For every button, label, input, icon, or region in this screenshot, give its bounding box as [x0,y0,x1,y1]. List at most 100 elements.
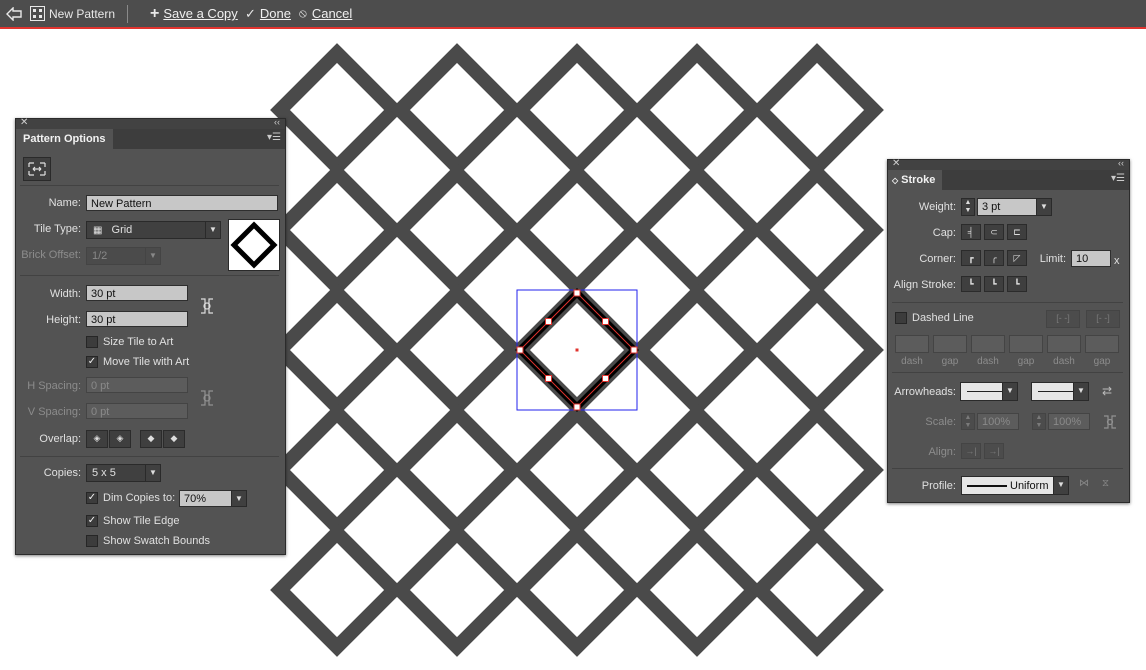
brick-offset-label: Brick Offset: [21,249,81,261]
dash-gap-field[interactable] [933,335,967,353]
pattern-edit-bar: New Pattern + Save a Copy ✓ Done ⦸ Cance… [0,0,1146,29]
weight-field[interactable]: 3 pt [977,198,1037,216]
panel-menu-icon[interactable]: ▾☰ [267,132,281,143]
tab-pattern-options[interactable]: Pattern Options [16,129,113,149]
round-cap-icon[interactable]: ⊂ [984,224,1004,240]
dash-gap-label: dash [977,356,999,367]
dash-align-icon[interactable]: [‐ ‐] [1086,310,1120,328]
dash-gap-field[interactable] [1085,335,1119,353]
link-scale-icon[interactable] [1102,413,1118,434]
move-tile-checkbox[interactable]: ✓ Move Tile with Art [86,356,189,368]
anchor-point-handle[interactable] [573,289,581,297]
anchor-point-handle[interactable] [545,375,552,382]
copies-label: Copies: [43,467,81,479]
anchor-point-handle[interactable] [545,318,552,325]
pattern-tile-copy [750,43,884,177]
done-button[interactable]: ✓ Done [245,0,291,27]
size-tile-checkbox[interactable]: Size Tile to Art [86,336,173,348]
overlap-left-front-icon[interactable]: ◈ [86,430,108,448]
close-icon[interactable]: ✕ [20,117,28,128]
dash-gap-field[interactable] [1047,335,1081,353]
height-label: Height: [46,314,81,326]
anchor-point-handle[interactable] [602,318,609,325]
corner-label: Corner: [919,253,956,265]
show-tile-edge-checkbox[interactable]: ✓ Show Tile Edge [86,515,179,527]
arrow-tip-at-end-icon[interactable]: →| [984,443,1004,459]
dim-copies-checkbox[interactable]: ✓ Dim Copies to: [86,492,175,504]
pattern-tile-copy [750,403,884,537]
link-spacing-icon[interactable] [199,387,215,412]
dashed-line-checkbox[interactable]: Dashed Line [895,312,974,324]
anchor-point-handle[interactable] [630,346,638,354]
overlap-bottom-front-icon[interactable]: ◆ [163,430,185,448]
start-arrowhead-dropdown[interactable]: ▼ [960,382,1018,401]
pattern-tile-copy [630,403,764,537]
end-arrowhead-dropdown[interactable]: ▼ [1031,382,1089,401]
align-center-icon[interactable]: ┗ [961,276,981,292]
dash-gap-field[interactable] [895,335,929,353]
collapse-icon[interactable]: ‹‹ [1118,158,1124,168]
flip-along-icon[interactable]: ⋈ [1079,478,1089,489]
anchor-point-handle[interactable] [602,375,609,382]
dash-gap-label: gap [1017,356,1035,367]
align-stroke-label: Align Stroke: [893,279,956,291]
scale-end-field[interactable]: 100% [1048,413,1090,430]
weight-dropdown[interactable]: ▼ [1036,198,1052,216]
show-swatch-bounds-label: Show Swatch Bounds [103,535,211,547]
back-arrow-icon[interactable] [6,0,22,27]
link-proportions-icon[interactable] [199,295,215,320]
grid-icon: ▦ [93,225,103,236]
limit-field[interactable]: 10 [1071,250,1111,267]
projecting-cap-icon[interactable]: ⊏ [1007,224,1027,240]
weight-stepper[interactable]: ▲ ▼ [961,198,975,216]
show-swatch-bounds-checkbox[interactable]: Show Swatch Bounds [86,535,210,547]
copies-dropdown[interactable]: 5 x 5 ▼ [86,464,161,482]
v-spacing-label: V Spacing: [27,406,81,418]
height-field[interactable]: 30 pt [86,311,188,327]
scale-start-field[interactable]: 100% [977,413,1019,430]
arrow-tip-beyond-icon[interactable]: →| [961,443,981,459]
tile-type-dropdown[interactable]: ▦ Grid ▼ [86,221,221,239]
miter-join-icon[interactable]: ┏ [961,250,981,266]
h-spacing-label: H Spacing: [27,380,81,392]
name-field[interactable]: New Pattern [86,195,278,211]
tab-stroke[interactable]: ◇ Stroke [888,170,943,190]
bevel-join-icon[interactable]: ◸ [1007,250,1027,266]
show-swatch-bounds-box [86,535,98,547]
weight-label: Weight: [918,201,956,213]
anchor-point-handle[interactable] [573,403,581,411]
pattern-tile-tool-button[interactable] [23,157,51,181]
dim-copies-dropdown[interactable]: ▼ [231,490,247,507]
scale-start-stepper[interactable]: ▲ ▼ [961,413,975,430]
brick-offset-dropdown[interactable]: 1/2 ▼ [86,247,161,265]
center-point [575,348,579,352]
pattern-tile-copy [390,523,524,657]
h-spacing-field[interactable]: 0 pt [86,377,188,393]
close-icon[interactable]: ✕ [892,158,900,169]
align-outside-icon[interactable]: ┗ [1007,276,1027,292]
pattern-tile-copy [750,283,884,417]
panel-menu-icon[interactable]: ▾☰ [1111,173,1125,184]
align-inside-icon[interactable]: ┗ [984,276,1004,292]
anchor-point-handle[interactable] [516,346,524,354]
overlap-top-front-icon[interactable]: ◆ [140,430,162,448]
plus-icon: + [150,4,160,22]
profile-label: Profile: [921,480,956,492]
flip-across-icon[interactable]: ⧖ [1102,478,1109,489]
butt-cap-icon[interactable]: ╡ [961,224,981,240]
collapse-icon[interactable]: ‹‹ [274,117,280,127]
overlap-right-front-icon[interactable]: ◈ [109,430,131,448]
profile-chevron[interactable]: ▼ [1053,476,1069,495]
dash-gap-field[interactable] [1009,335,1043,353]
cancel-button[interactable]: ⦸ Cancel [299,0,352,27]
width-field[interactable]: 30 pt [86,285,188,301]
dim-copies-field[interactable]: 70% [179,490,232,507]
dash-gap-field[interactable] [971,335,1005,353]
v-spacing-field[interactable]: 0 pt [86,403,188,419]
save-copy-button[interactable]: + Save a Copy [150,0,238,27]
dash-preserve-icon[interactable]: [‐ ‐] [1046,310,1080,328]
scale-end-stepper[interactable]: ▲ ▼ [1032,413,1046,430]
swap-arrows-icon[interactable]: ⇄ [1102,384,1112,398]
round-join-icon[interactable]: ╭ [984,250,1004,266]
pattern-tile-copy [390,43,524,177]
